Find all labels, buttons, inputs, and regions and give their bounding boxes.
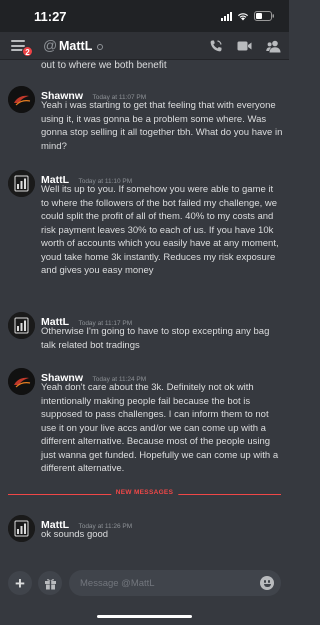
- avatar[interactable]: [8, 170, 35, 197]
- header-actions: [209, 39, 281, 53]
- members-icon[interactable]: [266, 40, 281, 53]
- gift-button[interactable]: [38, 571, 62, 595]
- avatar[interactable]: [8, 515, 35, 542]
- message-input-wrapper: [69, 570, 281, 596]
- new-messages-label: NEW MESSAGES: [110, 489, 179, 496]
- gift-icon: [44, 578, 56, 589]
- wifi-icon: [237, 12, 249, 21]
- at-symbol: @: [43, 37, 58, 53]
- status-icons: [221, 11, 275, 21]
- message-composer: +: [0, 565, 289, 625]
- home-indicator: [97, 615, 192, 618]
- message-list[interactable]: out to where we both benefit Shawnw Toda…: [0, 60, 289, 565]
- battery-icon: [254, 11, 275, 21]
- status-bar: 11:27: [0, 0, 289, 32]
- video-icon[interactable]: [237, 40, 252, 52]
- plus-icon: +: [15, 573, 25, 593]
- status-indicator-icon: [97, 44, 103, 50]
- message-input[interactable]: [80, 570, 250, 596]
- message-text: Yeah i was starting to get that feeling …: [41, 100, 283, 152]
- new-messages-divider: NEW MESSAGES: [8, 489, 281, 496]
- status-time: 11:27: [34, 9, 67, 24]
- avatar[interactable]: [8, 312, 35, 339]
- signal-icon: [221, 11, 232, 21]
- message-text: ok sounds good: [41, 529, 109, 540]
- add-attachment-button[interactable]: +: [8, 571, 32, 595]
- message-text: Well its up to you. If somehow you were …: [41, 184, 279, 276]
- avatar[interactable]: [8, 368, 35, 395]
- avatar[interactable]: [8, 86, 35, 113]
- unread-badge: 2: [22, 46, 33, 57]
- channel-header: 2 @ MattL: [0, 32, 289, 60]
- dm-username[interactable]: MattL: [59, 39, 92, 53]
- message-text: out to where we both benefit: [41, 60, 167, 71]
- message-text: Yeah don't care about the 3k. Definitely…: [41, 382, 279, 474]
- emoji-icon[interactable]: [260, 576, 274, 590]
- message-text: Otherwise I'm going to have to stop exce…: [41, 326, 270, 351]
- phone-icon[interactable]: [209, 39, 223, 53]
